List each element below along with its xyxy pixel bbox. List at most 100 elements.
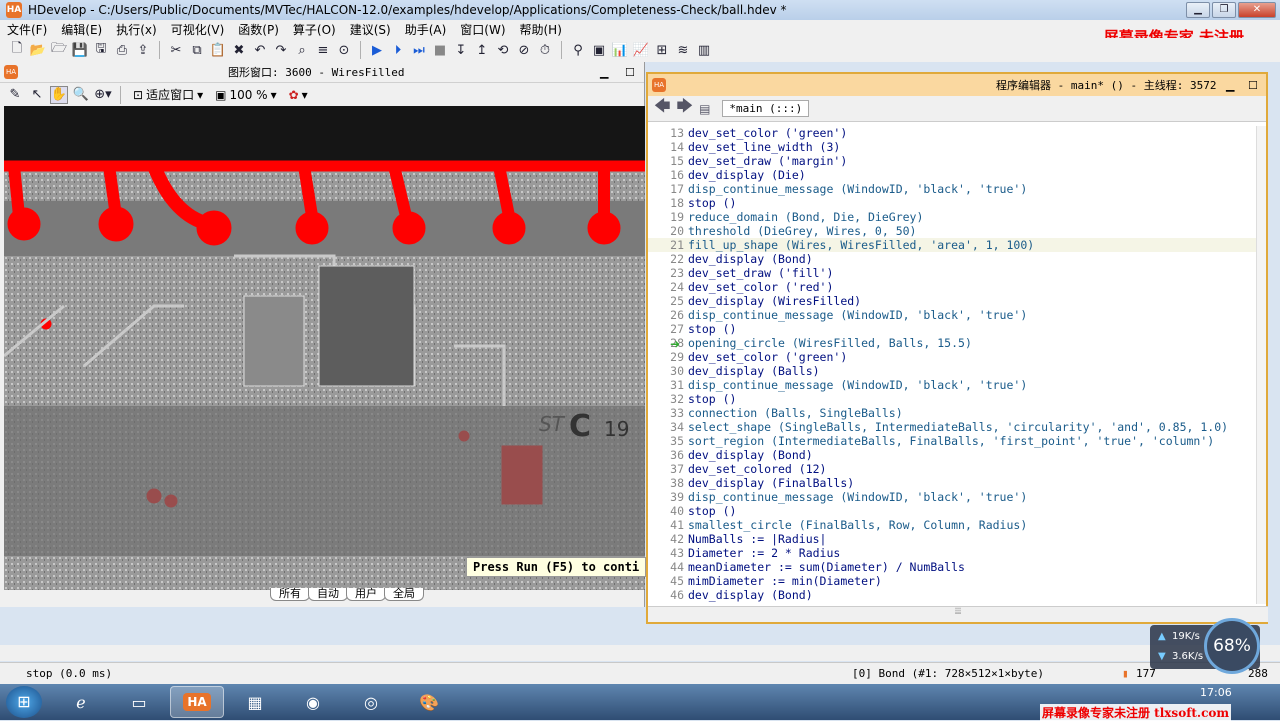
start-button[interactable]: ⊞ <box>6 686 42 718</box>
step-over-icon[interactable]: ⏭ <box>410 41 428 59</box>
back-arrow-icon[interactable]: 🡄 <box>654 95 671 122</box>
horizontal-splitter[interactable] <box>0 645 1280 661</box>
halcon-taskbar-icon[interactable]: HA <box>170 686 224 718</box>
zoom-icon[interactable]: 🔍 <box>72 86 90 104</box>
breakpoint-icon[interactable]: ⊘ <box>515 41 533 59</box>
code-line[interactable]: 23 dev_set_draw ('fill') <box>648 266 1258 280</box>
code-line[interactable]: 34 select_shape (SingleBalls, Intermediat… <box>648 420 1258 434</box>
zoom-window-icon[interactable]: ⊞ <box>653 41 671 59</box>
code-line[interactable]: 40 stop () <box>648 504 1258 518</box>
feature-icon[interactable]: ≋ <box>674 41 692 59</box>
horizontal-scrollbar[interactable]: ⦙⦙⦙ <box>648 606 1268 622</box>
procedure-icon[interactable]: ▤ <box>699 102 710 116</box>
menu-assistants[interactable]: 助手(A) <box>398 21 454 38</box>
messenger-icon[interactable]: ◉ <box>286 686 340 718</box>
code-line[interactable]: 44 meanDiameter := sum(Diameter) / NumBal… <box>648 560 1258 574</box>
code-line[interactable]: 46 dev_display (Bond) <box>648 588 1258 602</box>
maximize-icon[interactable]: ☐ <box>625 66 635 79</box>
ie-icon[interactable]: ℯ <box>54 686 108 718</box>
run-to-icon[interactable]: ⏵ <box>389 41 407 59</box>
code-line[interactable]: 25 dev_display (WiresFilled) <box>648 294 1258 308</box>
maximize-button[interactable]: ❐ <box>1212 2 1236 18</box>
cut-icon[interactable]: ✂ <box>167 41 185 59</box>
pointer-icon[interactable]: ↖ <box>28 86 46 104</box>
step-into-icon[interactable]: ↧ <box>452 41 470 59</box>
code-line[interactable]: 29 dev_set_color ('green') <box>648 350 1258 364</box>
copy-icon[interactable]: ⧉ <box>188 41 206 59</box>
code-line[interactable]: 27 stop () <box>648 322 1258 336</box>
menu-execute[interactable]: 执行(x) <box>109 21 163 38</box>
code-line[interactable]: 28 opening_circle (WiresFilled, Balls, 15… <box>648 336 1258 350</box>
open-file-icon[interactable]: 📂 <box>29 41 47 59</box>
paint-icon[interactable]: 🎨 <box>402 686 456 718</box>
browser-icon[interactable]: ◎ <box>344 686 398 718</box>
tab-auto[interactable]: 自动 <box>308 588 348 601</box>
code-line[interactable]: 43 Diameter := 2 * Radius <box>648 546 1258 560</box>
zoom-dropdown[interactable]: ▣ 100 % ▾ <box>211 88 281 102</box>
code-line[interactable]: 24 dev_set_color ('red') <box>648 280 1258 294</box>
image-icon[interactable]: ▣ <box>590 41 608 59</box>
code-line[interactable]: 41 smallest_circle (FinalBalls, Row, Colu… <box>648 518 1258 532</box>
inspect-icon[interactable]: ⚲ <box>569 41 587 59</box>
edit-icon[interactable]: ✎ <box>6 86 24 104</box>
code-line[interactable]: 33 connection (Balls, SingleBalls) <box>648 406 1258 420</box>
code-line[interactable]: 14 dev_set_line_width (3) <box>648 140 1258 154</box>
image-view[interactable]: C 19 ST <box>4 106 645 590</box>
histogram-icon[interactable]: 📊 <box>611 41 629 59</box>
tab-user[interactable]: 用户 <box>346 588 386 601</box>
open-recent-icon[interactable]: 🗁 <box>50 41 68 59</box>
menu-procedures[interactable]: 函数(P) <box>231 21 286 38</box>
tab-all[interactable]: 所有 <box>270 588 310 601</box>
code-line[interactable]: 26 disp_continue_message (WindowID, 'blac… <box>648 308 1258 322</box>
step-out-icon[interactable]: ↥ <box>473 41 491 59</box>
tab-global[interactable]: 全局 <box>384 588 424 601</box>
export-icon[interactable]: ⇪ <box>134 41 152 59</box>
menu-visualize[interactable]: 可视化(V) <box>164 21 232 38</box>
timer-icon[interactable]: ⏱ <box>536 41 554 59</box>
new-file-icon[interactable]: 🗋 <box>8 41 26 59</box>
save-icon[interactable]: 💾 <box>71 41 89 59</box>
code-line[interactable]: 31 disp_continue_message (WindowID, 'blac… <box>648 378 1258 392</box>
code-line[interactable]: 35 sort_region (IntermediateBalls, FinalB… <box>648 434 1258 448</box>
line-profile-icon[interactable]: 📈 <box>632 41 650 59</box>
menu-edit[interactable]: 编辑(E) <box>54 21 109 38</box>
code-line[interactable]: 22 dev_display (Bond) <box>648 252 1258 266</box>
run-icon[interactable]: ▶ <box>368 41 386 59</box>
stop-icon[interactable]: ■ <box>431 41 449 59</box>
delete-icon[interactable]: ✖ <box>230 41 248 59</box>
forward-arrow-icon[interactable]: 🡆 <box>677 95 694 122</box>
paste-icon[interactable]: 📋 <box>209 41 227 59</box>
code-line[interactable]: 45 mimDiameter := min(Diameter) <box>648 574 1258 588</box>
code-line[interactable]: 18 stop () <box>648 196 1258 210</box>
code-line[interactable]: 21 fill_up_shape (Wires, WiresFilled, 'ar… <box>648 238 1258 252</box>
code-line[interactable]: 13 dev_set_color ('green') <box>648 126 1258 140</box>
code-line[interactable]: 20 threshold (DieGrey, Wires, 0, 50) <box>648 224 1258 238</box>
hand-icon[interactable]: ✋ <box>50 85 68 104</box>
vertical-scrollbar[interactable] <box>1256 126 1266 604</box>
menu-operators[interactable]: 算子(O) <box>286 21 343 38</box>
code-line[interactable]: 30 dev_display (Balls) <box>648 364 1258 378</box>
menu-help[interactable]: 帮助(H) <box>513 21 569 38</box>
minimize-icon[interactable]: ▁ <box>600 66 608 79</box>
code-line[interactable]: 36 dev_display (Bond) <box>648 448 1258 462</box>
save-as-icon[interactable]: 🖫 <box>92 41 110 59</box>
code-line[interactable]: 32 stop () <box>648 392 1258 406</box>
close-button[interactable]: ✕ <box>1238 2 1276 18</box>
code-area[interactable]: 13 dev_set_color ('green') 14 dev_set_line_… <box>648 126 1258 604</box>
minimize-icon[interactable]: ▁ <box>1226 79 1234 92</box>
code-line[interactable]: 42 NumBalls := |Radius| <box>648 532 1258 546</box>
code-line[interactable]: 19 reduce_domain (Bond, Die, DieGrey) <box>648 210 1258 224</box>
color-dropdown[interactable]: ✿ ▾ <box>285 88 312 102</box>
code-line[interactable]: 38 dev_display (FinalBalls) <box>648 476 1258 490</box>
activate-icon[interactable]: ≡ <box>314 41 332 59</box>
undo-icon[interactable]: ↶ <box>251 41 269 59</box>
print-icon[interactable]: ⎙ <box>113 41 131 59</box>
menu-file[interactable]: 文件(F) <box>0 21 54 38</box>
app-window-icon[interactable]: ▦ <box>228 686 282 718</box>
code-line[interactable]: 15 dev_set_draw ('margin') <box>648 154 1258 168</box>
procedure-selector[interactable]: *main (:::) <box>722 100 810 117</box>
explorer-icon[interactable]: ▭ <box>112 686 166 718</box>
magnify-icon[interactable]: ⊕▾ <box>94 86 112 104</box>
menu-suggestions[interactable]: 建议(S) <box>343 21 398 38</box>
fit-window-dropdown[interactable]: ⊡ 适应窗口 ▾ <box>129 86 207 103</box>
